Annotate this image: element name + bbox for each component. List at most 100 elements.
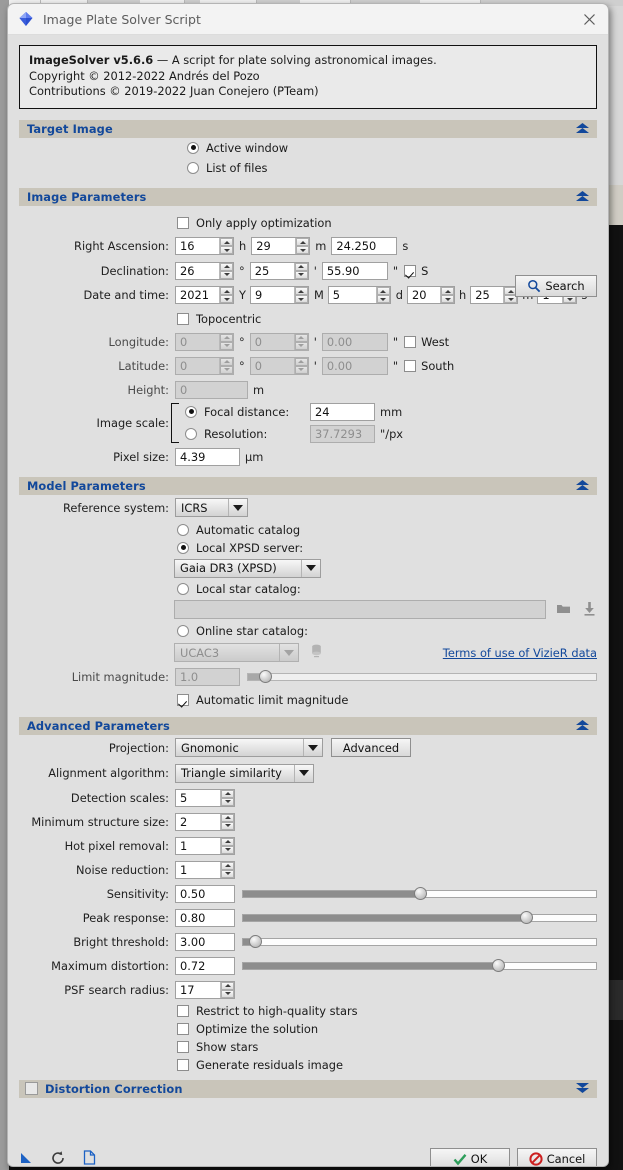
chevron-double-up-icon[interactable]: [575, 719, 590, 736]
ra-seconds-input[interactable]: 24.250: [331, 237, 398, 255]
chevron-double-up-icon[interactable]: [575, 190, 590, 207]
radio-focal-distance[interactable]: Focal distance: 24 mm: [185, 402, 403, 421]
time-minute-stepper[interactable]: 25: [470, 286, 519, 304]
psf-search-radius-stepper[interactable]: 17: [175, 980, 235, 999]
slider-knob[interactable]: [248, 935, 262, 948]
pixel-size-input[interactable]: 4.39: [175, 447, 240, 466]
checkbox-south[interactable]: [404, 359, 417, 372]
value: 29: [256, 239, 271, 253]
radio-online-star-catalog[interactable]: Online star catalog:: [19, 622, 597, 641]
checkbox-only-apply-optimization[interactable]: Only apply optimization: [19, 212, 597, 234]
projection-select[interactable]: Gnomonic: [175, 738, 323, 757]
time-hour-stepper[interactable]: 20: [407, 286, 456, 304]
minimum-structure-size-stepper[interactable]: 2: [175, 812, 235, 831]
section-header-image-parameters[interactable]: Image Parameters: [19, 187, 597, 207]
peak-response-slider[interactable]: [242, 909, 597, 927]
document-icon[interactable]: [83, 1150, 96, 1166]
detection-scales-stepper[interactable]: 5: [175, 788, 235, 807]
close-icon[interactable]: [579, 10, 599, 29]
peak-response-input[interactable]: 0.80: [175, 908, 235, 927]
bright-threshold-slider[interactable]: [242, 933, 597, 951]
longitude-arcmin-stepper[interactable]: 0: [249, 332, 309, 351]
bright-threshold-input[interactable]: 3.00: [175, 932, 235, 951]
longitude-degrees-stepper[interactable]: 0: [175, 332, 234, 351]
maximum-distortion-input[interactable]: 0.72: [175, 956, 235, 975]
slider-knob[interactable]: [413, 887, 427, 900]
latitude-arcsec-input[interactable]: 0.00: [321, 356, 388, 375]
radio-local-star-catalog[interactable]: Local star catalog:: [19, 580, 597, 598]
checkbox-restrict-high-quality-stars[interactable]: Restrict to high-quality stars: [19, 1002, 597, 1020]
date-month-stepper[interactable]: 9: [249, 286, 309, 304]
search-button[interactable]: Search: [515, 274, 597, 297]
checkbox-show-stars[interactable]: Show stars: [19, 1038, 597, 1056]
chevron-double-up-icon[interactable]: [575, 122, 590, 139]
xpsd-catalog-select[interactable]: Gaia DR3 (XPSD): [174, 558, 321, 578]
radio-list-of-files[interactable]: List of files: [19, 158, 597, 178]
section-header-advanced-parameters[interactable]: Advanced Parameters: [19, 716, 597, 736]
field-label: Reference system:: [63, 500, 169, 515]
distortion-correction-checkbox[interactable]: [25, 1082, 38, 1095]
folder-icon[interactable]: [556, 602, 571, 618]
reference-system-select[interactable]: ICRS: [175, 498, 248, 517]
latitude-degrees-stepper[interactable]: 0: [175, 356, 234, 375]
online-catalog-select[interactable]: UCAC3: [174, 643, 299, 662]
slider-knob[interactable]: [491, 959, 505, 972]
focal-distance-input[interactable]: 24: [310, 402, 375, 421]
radio-automatic-catalog[interactable]: Automatic catalog: [19, 521, 597, 539]
noise-reduction-stepper[interactable]: 1: [175, 860, 235, 879]
sensitivity-slider[interactable]: [242, 885, 597, 903]
date-year-stepper[interactable]: 2021: [175, 286, 234, 304]
chevron-double-down-icon[interactable]: [575, 1082, 590, 1099]
slider-knob[interactable]: [258, 670, 272, 683]
maximum-distortion-slider[interactable]: [242, 957, 597, 975]
ra-minutes-stepper[interactable]: 29: [251, 237, 311, 255]
section-header-target-image[interactable]: Target Image: [19, 119, 597, 139]
checkbox-west[interactable]: [404, 335, 417, 348]
vizier-terms-link[interactable]: Terms of use of VizieR data: [443, 646, 597, 660]
longitude-arcsec-input[interactable]: 0.00: [321, 332, 388, 351]
button-label: OK: [470, 1152, 488, 1166]
limit-magnitude-slider[interactable]: [247, 668, 597, 686]
section-title: Target Image: [27, 121, 113, 136]
checkbox-optimize-solution[interactable]: Optimize the solution: [19, 1020, 597, 1038]
field-label: Detection scales:: [70, 790, 169, 805]
checkbox-indicator: [177, 1040, 189, 1053]
height-input[interactable]: 0: [175, 380, 248, 399]
checkbox-declination-south[interactable]: [404, 264, 417, 277]
cancel-button[interactable]: Cancel: [517, 1147, 597, 1166]
section-header-model-parameters[interactable]: Model Parameters: [19, 476, 597, 496]
section-header-distortion-correction[interactable]: Distortion Correction: [19, 1079, 597, 1099]
dec-arcsec-input[interactable]: 55.90: [321, 261, 388, 280]
field-label: PSF search radius:: [64, 982, 169, 997]
sensitivity-input[interactable]: 0.50: [175, 884, 235, 903]
pointer-arrow-icon[interactable]: [19, 1151, 33, 1167]
radio-active-window[interactable]: Active window: [19, 138, 597, 158]
unit-deg: °: [239, 358, 245, 373]
download-arrow-icon[interactable]: [582, 601, 597, 619]
limit-magnitude-input[interactable]: 1.0: [175, 667, 240, 686]
field-label: Longitude:: [108, 334, 170, 349]
latitude-arcmin-stepper[interactable]: 0: [249, 356, 309, 375]
dec-arcmin-stepper[interactable]: 25: [249, 261, 309, 280]
radio-local-xpsd-server[interactable]: Local XPSD server:: [19, 539, 597, 557]
checkbox-automatic-limit-magnitude[interactable]: Automatic limit magnitude: [19, 689, 597, 711]
slider-knob[interactable]: [520, 911, 533, 924]
resolution-input[interactable]: 37.7293: [310, 424, 375, 443]
chevron-double-up-icon[interactable]: [575, 479, 590, 496]
ok-button[interactable]: OK: [430, 1147, 510, 1166]
ra-hours-stepper[interactable]: 16: [175, 237, 234, 255]
checkbox-topocentric[interactable]: Topocentric: [19, 308, 597, 330]
advanced-button[interactable]: Advanced: [331, 738, 411, 757]
dec-degrees-stepper[interactable]: 26: [175, 261, 234, 280]
hot-pixel-removal-stepper[interactable]: 1: [175, 836, 235, 855]
check-icon: [453, 1153, 467, 1165]
date-day-stepper[interactable]: 5: [327, 286, 391, 304]
local-catalog-path-input[interactable]: [174, 600, 546, 619]
reset-icon[interactable]: [50, 1150, 66, 1167]
magnifier-icon: [528, 279, 541, 292]
unit-M: M: [313, 288, 324, 302]
radio-resolution[interactable]: Resolution: 37.7293 "/px: [185, 424, 403, 443]
checkbox-generate-residuals-image[interactable]: Generate residuals image: [19, 1056, 597, 1074]
alignment-algorithm-select[interactable]: Triangle similarity: [175, 763, 314, 783]
unit-h: h: [459, 288, 467, 302]
